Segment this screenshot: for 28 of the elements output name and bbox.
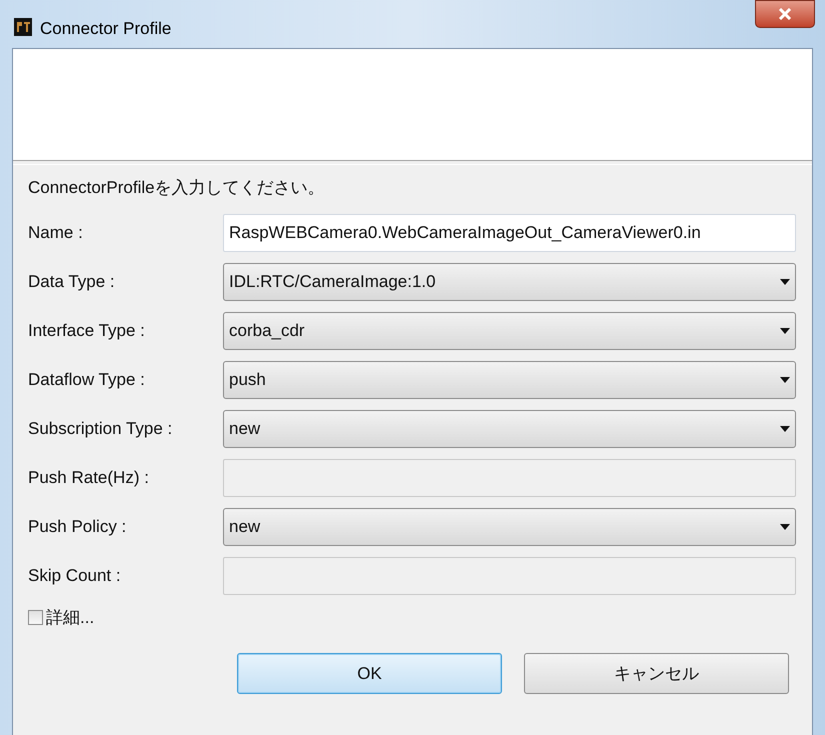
- dropdown-arrow-icon: [780, 524, 790, 530]
- field-label: Name :: [28, 222, 84, 244]
- close-icon: [778, 8, 792, 20]
- dropdown[interactable]: push: [223, 360, 796, 398]
- dropdown[interactable]: new: [223, 410, 796, 448]
- field-label: Push Rate(Hz) :: [28, 466, 150, 489]
- dropdown[interactable]: IDL:RTC/CameraImage:1.0: [223, 262, 796, 300]
- dropdown-arrow-icon: [780, 328, 790, 334]
- field-label: Subscription Type :: [28, 418, 174, 440]
- field-label: Push Policy :: [28, 516, 128, 538]
- instruction-text: ConnectorProfileを入力してください。: [27, 177, 326, 199]
- field-label: Interface Type :: [28, 320, 146, 342]
- dropdown[interactable]: corba_cdr: [223, 312, 796, 350]
- dropdown-arrow-icon: [780, 278, 790, 284]
- dropdown-arrow-icon: [780, 426, 790, 432]
- input-field[interactable]: RaspWEBCamera0.WebCameraImageOut_CameraViewer0.in: [223, 214, 796, 252]
- app-logo-icon: [14, 18, 32, 36]
- checkbox-square[interactable]: [28, 610, 43, 625]
- window-title: Connector Profile: [40, 18, 172, 40]
- field-label: Dataflow Type :: [28, 368, 146, 391]
- dialog-button[interactable]: キャンセル: [524, 653, 789, 694]
- details-checkbox[interactable]: 詳細...: [28, 604, 812, 630]
- dropdown[interactable]: new: [223, 508, 796, 546]
- field-label: Data Type :: [28, 270, 116, 293]
- dropdown-arrow-icon: [780, 376, 790, 382]
- dialog-button[interactable]: OK: [237, 653, 502, 694]
- close-button[interactable]: [755, 0, 815, 28]
- field-label: Skip Count :: [28, 564, 122, 587]
